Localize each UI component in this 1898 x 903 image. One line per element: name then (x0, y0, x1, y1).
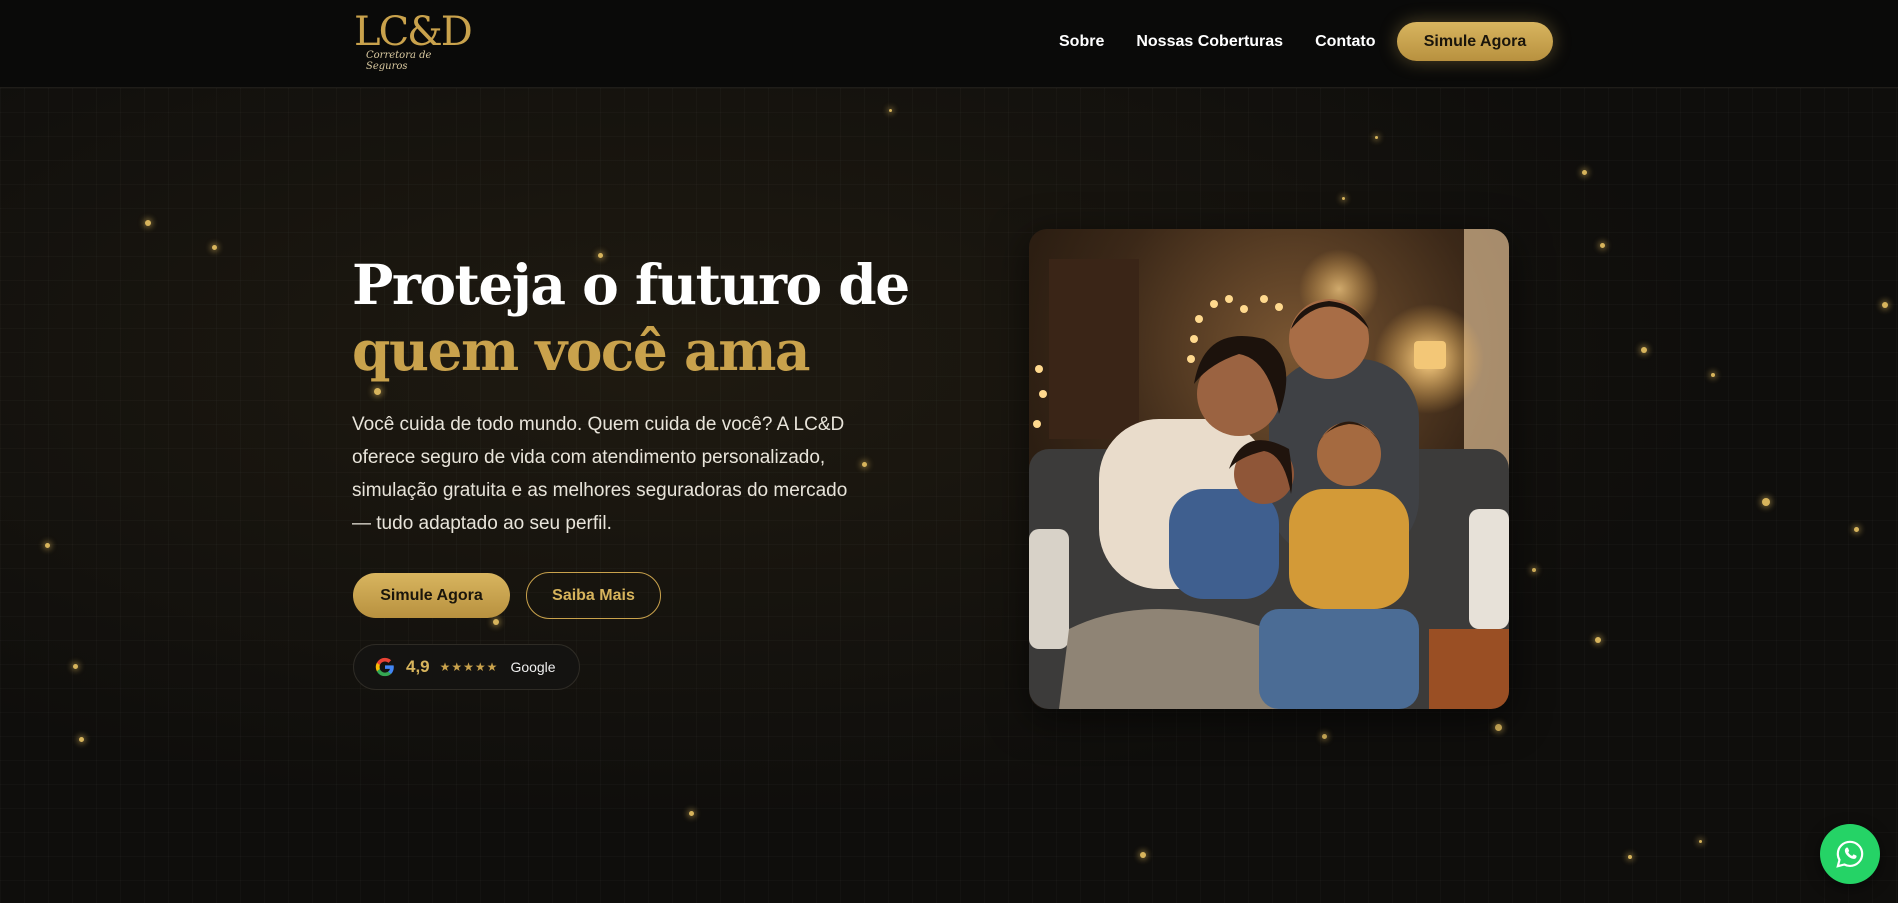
whatsapp-button[interactable] (1820, 824, 1880, 884)
main-nav: Sobre Nossas Coberturas Contato (1059, 30, 1376, 54)
family-photo-illustration (1029, 229, 1509, 709)
family-photo (1029, 229, 1509, 709)
background-grid (0, 88, 1898, 903)
site-header: LC&D Corretora de Seguros Sobre Nossas C… (0, 0, 1898, 88)
google-icon (375, 657, 394, 677)
rating-stars: ★★★★★ (439, 660, 499, 674)
nav-link-sobre[interactable]: Sobre (1059, 30, 1104, 54)
simule-agora-button[interactable]: Simule Agora (353, 573, 510, 618)
hero-description: Você cuida de todo mundo. Quem cuida de … (352, 414, 848, 534)
background-glow (0, 0, 1898, 903)
rating-value: 4,9 (406, 657, 430, 676)
saiba-mais-button[interactable]: Saiba Mais (526, 572, 661, 619)
whatsapp-icon (1836, 840, 1864, 868)
google-rating-badge[interactable]: 4,9 ★★★★★ Google (353, 644, 580, 690)
hero-title-line1: Proteja o futuro de (352, 252, 910, 317)
header-simule-button[interactable]: Simule Agora (1397, 22, 1553, 61)
logo-mark: LC&D (354, 9, 473, 55)
hero-title-line2: quem você ama (352, 318, 811, 383)
hero-title: Proteja o futuro de quem você ama (352, 252, 910, 384)
logo[interactable]: LC&D Corretora de Seguros (354, 9, 474, 72)
rating-source: Google (510, 659, 556, 675)
nav-link-contato[interactable]: Contato (1315, 30, 1375, 54)
nav-link-coberturas[interactable]: Nossas Coberturas (1136, 30, 1283, 54)
